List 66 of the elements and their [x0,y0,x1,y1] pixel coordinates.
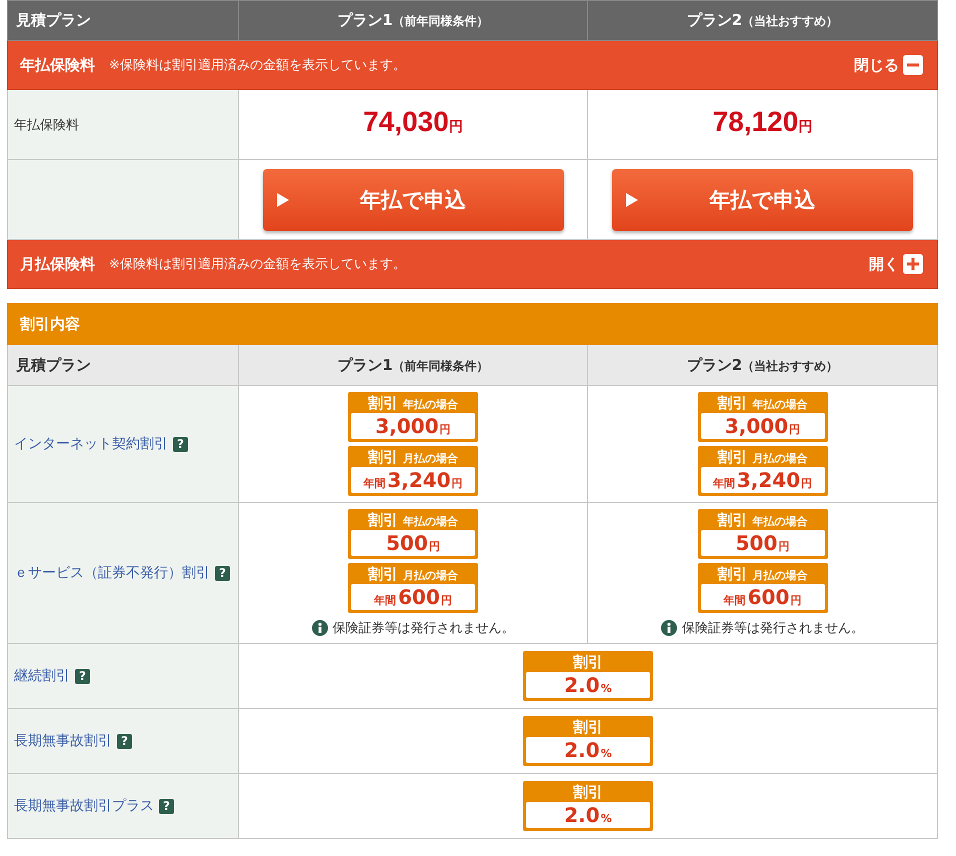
column-header: プラン2（当社おすすめ） [588,344,938,386]
section-title: 割引内容 [20,314,80,334]
info-icon [312,620,328,636]
discount-link[interactable]: インターネット契約割引 [14,435,168,453]
play-icon [626,192,638,206]
discount-link[interactable]: 長期無事故割引プラス [14,797,154,815]
expand-button[interactable]: 開く [869,254,923,274]
minus-icon [903,55,923,75]
row-label: 年払保険料 [8,90,238,160]
discount-amount: 2.0% [526,672,650,698]
badge-tag: 割引 [573,783,603,802]
section-note: ※保険料は割引適用済みの金額を表示しています。 [109,256,406,273]
discount-amount: 500 円 [700,530,824,556]
discount-amount: 年間 3,240円 [351,467,475,493]
badge-tag: 割引 [718,565,748,584]
badge-tag: 割引 [368,511,398,530]
column-header: 見積プラン [8,0,238,40]
badge-condition: 年払の場合 [403,397,458,412]
help-icon[interactable]: ? [173,436,188,452]
badge-tag: 割引 [368,394,398,413]
section-title: 年払保険料 [20,56,95,74]
badge-condition: 月払の場合 [403,451,458,466]
badge-tag: 割引 [573,653,603,672]
discount-amount: 3,000円 [700,413,824,439]
discount-amount: 500 円 [351,530,475,556]
badge-condition: 年払の場合 [752,514,808,529]
column-header: プラン1（前年同様条件） [238,0,588,40]
plus-icon [903,254,923,274]
discount-amount: 3,000円 [351,413,475,439]
section-note: ※保険料は割引適用済みの金額を表示しています。 [109,57,406,74]
column-header: 見積プラン [8,344,238,386]
badge-condition: 月払の場合 [752,568,808,583]
discount-link[interactable]: 継続割引 [14,667,70,685]
discount-amount: 年間 600 円 [351,584,475,610]
discount-amount: 2.0% [526,802,650,828]
price: 74,030円 [362,105,464,139]
badge-condition: 年払の場合 [752,397,808,412]
discount-amount: 年間 600 円 [700,584,824,610]
info-icon [661,620,677,636]
notice-text: 保険証券等は発行されません。 [682,620,864,637]
help-icon[interactable]: ? [75,668,90,684]
badge-tag: 割引 [718,448,748,467]
badge-condition: 月払の場合 [403,568,458,583]
help-icon[interactable]: ? [117,734,132,748]
badge-tag: 割引 [368,448,398,467]
section-title: 月払保険料 [20,254,95,274]
apply-button[interactable]: 年払で申込 [612,168,913,230]
notice-text: 保険証券等は発行されません。 [332,620,514,637]
column-header: プラン1（前年同様条件） [238,344,588,386]
badge-tag: 割引 [573,718,603,737]
badge-tag: 割引 [718,511,748,530]
help-icon[interactable]: ? [215,566,230,580]
play-icon [276,192,288,206]
badge-tag: 割引 [718,394,748,413]
discount-link[interactable]: ｅサービス（証券不発行）割引 [14,564,210,582]
column-header: プラン2（当社おすすめ） [588,0,938,40]
price: 78,120円 [712,105,814,139]
badge-tag: 割引 [368,565,398,584]
help-icon[interactable]: ? [159,798,174,814]
discount-link[interactable]: 長期無事故割引 [14,732,112,750]
discount-amount: 2.0% [526,737,650,763]
collapse-button[interactable]: 閉じる [854,55,923,75]
discount-amount: 年間 3,240円 [700,467,824,493]
badge-condition: 年払の場合 [403,514,458,529]
badge-condition: 月払の場合 [752,451,808,466]
apply-button[interactable]: 年払で申込 [262,168,564,230]
